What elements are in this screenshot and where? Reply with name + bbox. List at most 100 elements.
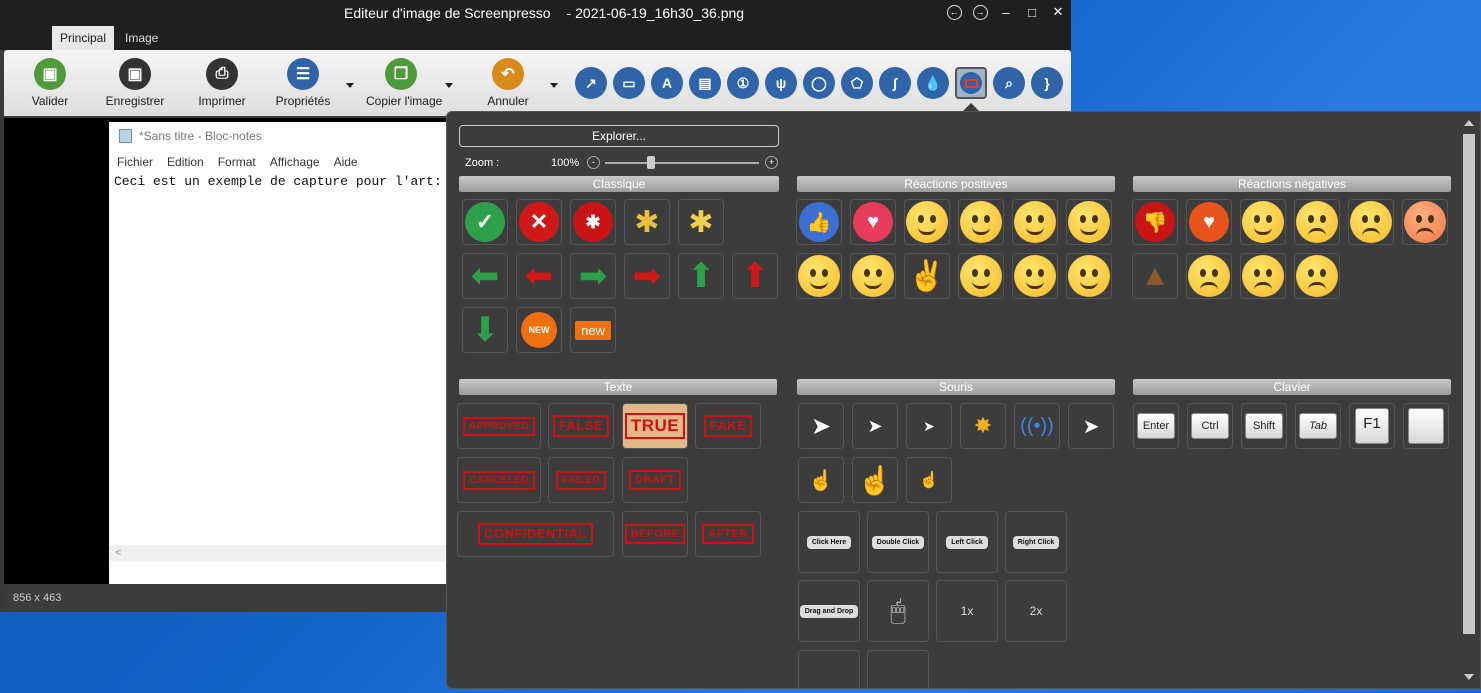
frown-alert-emoji[interactable] xyxy=(1294,253,1340,299)
undo-dropdown-icon[interactable] xyxy=(550,83,558,88)
magnifier-tool-icon[interactable]: ⌕ xyxy=(993,67,1025,99)
arrow-down-green[interactable]: ⬇ xyxy=(462,307,508,353)
key-shift[interactable]: Shift xyxy=(1241,403,1287,449)
properties-dropdown-icon[interactable] xyxy=(346,83,354,88)
back-button[interactable]: ← xyxy=(941,0,967,24)
smirk-emoji[interactable] xyxy=(1012,199,1058,245)
balloon-click-here[interactable]: Click Here xyxy=(798,511,860,573)
bug-yellow-red-stamp[interactable]: ✱ xyxy=(624,199,670,245)
bug-red-stamp[interactable]: ✱ xyxy=(570,199,616,245)
zoom-in-button[interactable]: + xyxy=(765,156,778,169)
sweat-smile-emoji[interactable] xyxy=(850,253,896,299)
poop-stamp[interactable]: ▲ xyxy=(1132,253,1178,299)
tab-image[interactable]: Image xyxy=(117,26,166,50)
brace-tool-icon[interactable]: } xyxy=(1031,67,1063,99)
hand-cursor-small[interactable]: ☝ xyxy=(798,457,844,503)
stamp-true[interactable]: TRUE xyxy=(622,403,688,449)
mouse-left-partial[interactable] xyxy=(798,650,860,688)
copy-dropdown-icon[interactable] xyxy=(445,83,453,88)
zoom-slider-track[interactable] xyxy=(605,162,759,164)
sunglasses-emoji[interactable] xyxy=(958,253,1004,299)
key-tab[interactable]: Tab xyxy=(1295,403,1341,449)
arrow-up-green[interactable]: ⬆ xyxy=(678,253,724,299)
stamp-tool-icon[interactable] xyxy=(955,67,987,99)
cursor-small[interactable]: ➤ xyxy=(906,403,952,449)
cursor-medium[interactable]: ➤ xyxy=(852,403,898,449)
new-label-stamp[interactable]: new xyxy=(570,307,616,353)
validate-button[interactable]: ▣ Valider xyxy=(15,58,85,108)
hand-cursor-large[interactable]: ☝ xyxy=(852,457,898,503)
zoom-out-button[interactable]: - xyxy=(587,156,600,169)
frown-emoji[interactable] xyxy=(1240,253,1286,299)
stamp-approved[interactable]: APPROVED xyxy=(457,403,541,449)
minimize-button[interactable]: – xyxy=(993,0,1019,24)
cross-stamp[interactable]: ✕ xyxy=(516,199,562,245)
scroll-thumb[interactable] xyxy=(1463,134,1475,634)
stamp-failed[interactable]: FAILED xyxy=(548,457,614,503)
key-f1[interactable]: F1 xyxy=(1349,403,1395,449)
stamp-false[interactable]: FALSE xyxy=(548,403,614,449)
laugh-emoji[interactable] xyxy=(904,199,950,245)
sobbing-emoji[interactable] xyxy=(1186,253,1232,299)
key-blank[interactable] xyxy=(1403,403,1449,449)
smile-check-emoji[interactable] xyxy=(1066,253,1112,299)
text-tool-icon[interactable]: A xyxy=(651,67,683,99)
rectangle-tool-icon[interactable]: ▭ xyxy=(613,67,645,99)
balloon-drag-drop[interactable]: Drag and Drop xyxy=(798,580,860,642)
scroll-down-icon[interactable] xyxy=(1464,674,1474,680)
arrow-up-red[interactable]: ⬆ xyxy=(732,253,778,299)
heart-stamp[interactable]: ♥ xyxy=(850,199,896,245)
undo-button[interactable]: ↶ Annuler xyxy=(473,58,543,108)
victory-hand-stamp[interactable]: ✌ xyxy=(904,253,950,299)
mouse-2x[interactable]: 2x xyxy=(1005,580,1067,642)
hand-cursor-tiny[interactable]: ☝ xyxy=(906,457,952,503)
maximize-button[interactable]: □ xyxy=(1019,0,1045,24)
smile-emoji[interactable] xyxy=(958,199,1004,245)
check-stamp[interactable]: ✓ xyxy=(462,199,508,245)
new-burst-stamp[interactable]: NEW xyxy=(516,307,562,353)
thumbs-down-stamp[interactable]: 👎 xyxy=(1132,199,1178,245)
angry-emoji[interactable] xyxy=(1402,199,1448,245)
balloon-double-click[interactable]: Double Click xyxy=(867,511,929,573)
scroll-up-icon[interactable] xyxy=(1464,120,1474,126)
arrow-left-green[interactable]: ⬅ xyxy=(462,253,508,299)
magnet-tool-icon[interactable]: ψ xyxy=(765,67,797,99)
forward-button[interactable]: → xyxy=(967,0,993,24)
broken-heart-stamp[interactable]: ♥ xyxy=(1186,199,1232,245)
crying-emoji[interactable] xyxy=(1348,199,1394,245)
zoom-slider-thumb[interactable] xyxy=(647,156,655,169)
stamp-before[interactable]: BEFORE xyxy=(622,511,688,557)
arrow-tool-icon[interactable]: ↗ xyxy=(575,67,607,99)
stamp-confidential[interactable]: CONFIDENTIAL xyxy=(457,511,614,557)
tears-joy-emoji[interactable] xyxy=(796,253,842,299)
panel-scrollbar[interactable] xyxy=(1460,112,1480,688)
ellipse-tool-icon[interactable]: ◯ xyxy=(803,67,835,99)
tab-principal[interactable]: Principal xyxy=(52,26,115,50)
mouse-device[interactable]: 🖱 xyxy=(867,580,929,642)
save-as-button[interactable]: ▣ Enregistrer xyxy=(100,58,170,108)
stamp-fake[interactable]: FAKE xyxy=(695,403,761,449)
mouse-right-partial[interactable] xyxy=(867,650,929,688)
freehand-tool-icon[interactable]: ∫ xyxy=(879,67,911,99)
bug-yellow-stamp[interactable]: ✱ xyxy=(678,199,724,245)
explore-button[interactable]: Explorer... xyxy=(459,125,779,147)
balloon-right-click[interactable]: Right Click xyxy=(1005,511,1067,573)
slight-smile-emoji[interactable] xyxy=(1012,253,1058,299)
stamp-canceled[interactable]: CANCELED xyxy=(457,457,541,503)
close-button[interactable]: ✕ xyxy=(1045,0,1071,24)
polygon-tool-icon[interactable]: ⬠ xyxy=(841,67,873,99)
step-tool-icon[interactable]: ① xyxy=(727,67,759,99)
arrow-right-green[interactable]: ➡ xyxy=(570,253,616,299)
stamp-draft[interactable]: DRAFT xyxy=(622,457,688,503)
properties-button[interactable]: ☰ Propriétés xyxy=(268,58,338,108)
stamp-after[interactable]: AFTER xyxy=(695,511,761,557)
callout-tool-icon[interactable]: ▤ xyxy=(689,67,721,99)
thumbs-up-stamp[interactable]: 👍 xyxy=(796,199,842,245)
blur-tool-icon[interactable]: 💧 xyxy=(917,67,949,99)
cursor-click-burst[interactable]: ✸ xyxy=(960,403,1006,449)
copy-image-button[interactable]: ❐ Copier l'image xyxy=(366,58,442,108)
arrow-left-red[interactable]: ⬅ xyxy=(516,253,562,299)
cursor-waves[interactable]: ((•)) xyxy=(1014,403,1060,449)
key-ctrl[interactable]: Ctrl xyxy=(1187,403,1233,449)
print-button[interactable]: ⎙ Imprimer xyxy=(187,58,257,108)
